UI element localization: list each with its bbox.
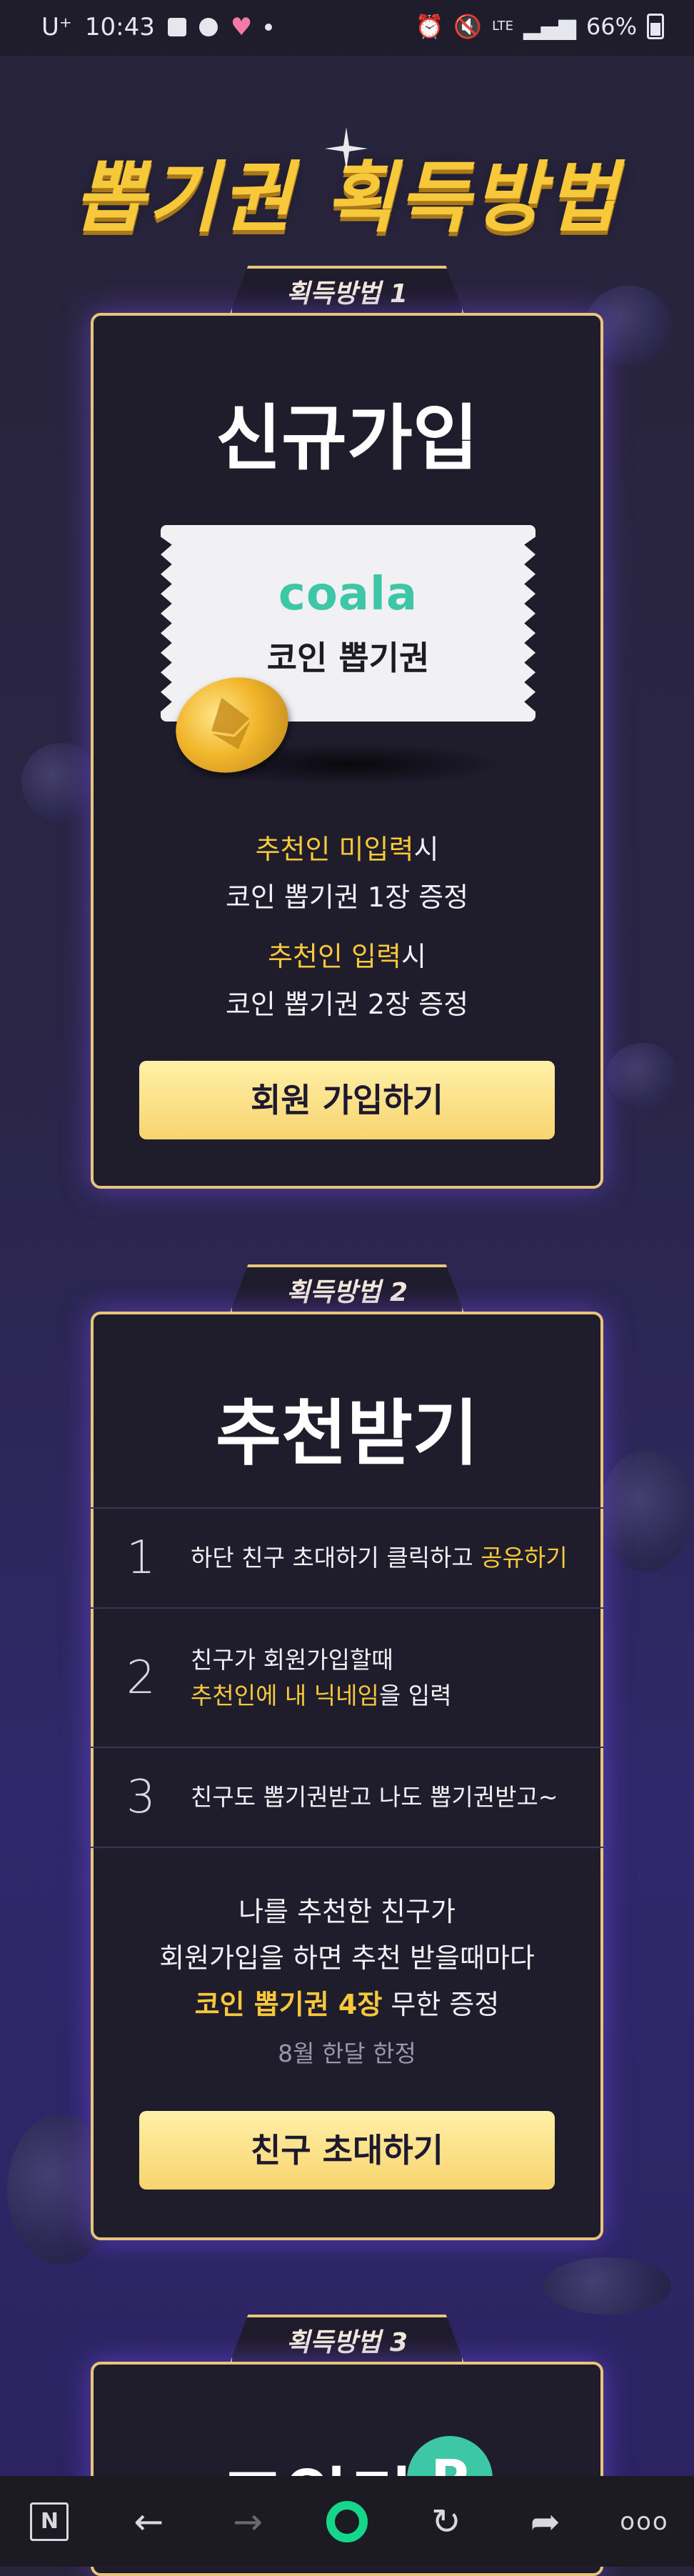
step-number: 1 [126, 1532, 156, 1584]
more-button[interactable]: ooo [615, 2493, 673, 2550]
mute-icon: 🔇 [453, 13, 483, 40]
talk-icon [198, 18, 218, 36]
method1-title: 신규가입 [216, 396, 478, 480]
step-row-2: 2 친구가 회원가입할때 추천인에 내 닉네임을 입력 [91, 1607, 603, 1747]
status-left: U⁺ 10:43 ♥ [41, 13, 273, 41]
desc3-suffix: 무한 증정 [382, 1989, 500, 2020]
step-text: 하단 친구 초대하기 클릭하고 공유하기 [191, 1509, 568, 1607]
network-label: LTE [492, 19, 514, 34]
alarm-icon: ⏰ [415, 13, 444, 40]
step-row-1: 1 하단 친구 초대하기 클릭하고 공유하기 [91, 1507, 603, 1607]
green-ring-icon [326, 2500, 368, 2542]
signup-button[interactable]: 회원 가입하기 [139, 1061, 555, 1139]
step2-text-suffix: 을 입력 [378, 1681, 452, 1709]
line3-suffix: 시 [401, 941, 426, 972]
battery-label: 66% [585, 13, 637, 40]
share-arrow-icon: ➦ [530, 2500, 560, 2542]
method3-tab: 획득방법 3 [229, 2315, 465, 2365]
method2-desc1: 나를 추천한 친구가 [238, 1896, 456, 1927]
nickname-highlight: 추천인에 내 닉네임 [191, 1681, 379, 1709]
step1-text: 하단 친구 초대하기 클릭하고 [191, 1544, 481, 1572]
background-coin-icon [607, 1043, 678, 1107]
green-dot-button[interactable] [318, 2493, 376, 2550]
arrow-left-icon: ← [134, 2500, 164, 2542]
share-highlight: 공유하기 [481, 1544, 568, 1572]
sparkle-icon [325, 127, 368, 170]
naver-home-button[interactable]: N [21, 2493, 78, 2550]
method1-line4: 코인 뽑기권 2장 증정 [225, 989, 469, 1020]
carrier-label: U⁺ [41, 13, 72, 41]
four-tickets-highlight: 코인 뽑기권 4장 [194, 1989, 383, 2020]
background-coin-icon [543, 2257, 671, 2315]
ethereum-icon [211, 697, 251, 749]
referrer-highlight: 추천인 입력 [268, 941, 401, 972]
refresh-button[interactable]: ↻ [418, 2493, 475, 2550]
step3-text: 친구도 뽑기권받고 나도 뽑기권받고~ [191, 1783, 558, 1812]
status-right: ⏰ 🔇 LTE ▂▄▆ 66% [415, 13, 664, 40]
browser-bottom-nav: N ← → ↻ ➦ ooo [0, 2476, 694, 2567]
arrow-right-icon: → [233, 2500, 263, 2542]
step-number: 3 [126, 1771, 156, 1824]
line1-suffix: 시 [413, 834, 439, 865]
ticket-label: 코인 뽑기권 [266, 639, 430, 677]
share-button[interactable]: ➦ [517, 2493, 574, 2550]
method1-line2: 코인 뽑기권 1장 증정 [225, 882, 469, 913]
gallery-icon [167, 18, 186, 36]
background-coin-icon [600, 1450, 693, 1572]
method2-title: 추천받기 [216, 1392, 478, 1475]
method2-tab: 획득방법 2 [229, 1264, 465, 1314]
method1-line1: 추천인 미입력시 [0, 827, 694, 867]
forward-button[interactable]: → [219, 2493, 276, 2550]
invite-friend-button[interactable]: 친구 초대하기 [139, 2111, 555, 2190]
notification-dot-icon [265, 24, 273, 31]
coala-logo: coala [278, 568, 418, 621]
limited-note: 8월 한달 한정 [278, 2040, 416, 2067]
back-button[interactable]: ← [120, 2493, 177, 2550]
naver-n-icon: N [30, 2502, 69, 2541]
step-text: 친구가 회원가입할때 추천인에 내 닉네임을 입력 [191, 1609, 451, 1747]
signal-icon: ▂▄▆ [523, 13, 576, 40]
method2-desc2: 회원가입을 하면 추천 받을때마다 [159, 1942, 535, 1974]
step-row-3: 3 친구도 뽑기권받고 나도 뽑기권받고~ [91, 1747, 603, 1847]
step-number: 2 [126, 1651, 156, 1704]
more-icon: ooo [620, 2507, 669, 2536]
battery-icon [647, 14, 664, 39]
method1-line3: 추천인 입력시 [0, 934, 694, 974]
background-coin-icon [21, 743, 100, 822]
method1-tab: 획득방법 1 [229, 266, 465, 316]
step2-text-line1: 친구가 회원가입할때 [191, 1646, 393, 1674]
method2-desc3: 코인 뽑기권 4장 무한 증정 [0, 1982, 694, 2022]
step-divider [91, 1847, 603, 1848]
no-referrer-highlight: 추천인 미입력 [255, 834, 414, 865]
step-text: 친구도 뽑기권받고 나도 뽑기권받고~ [191, 1748, 558, 1847]
status-bar: U⁺ 10:43 ♥ ⏰ 🔇 LTE ▂▄▆ 66% [0, 0, 694, 56]
clock: 10:43 [84, 13, 155, 41]
heart-icon: ♥ [230, 13, 253, 41]
refresh-icon: ↻ [431, 2500, 461, 2542]
